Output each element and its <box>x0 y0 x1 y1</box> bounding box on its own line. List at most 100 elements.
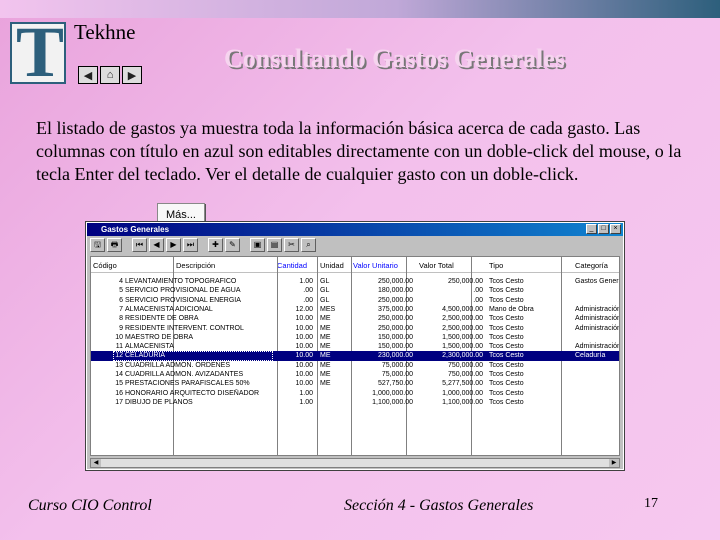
table-cell[interactable]: ME <box>320 342 350 351</box>
table-cell[interactable]: Tcos Cesto <box>489 296 569 305</box>
table-cell[interactable]: 250,000.00 <box>353 277 413 286</box>
table-row[interactable]: 8 RESIDENTE DE OBRA 10.00 ME 250,000.00 2,500… <box>91 314 619 323</box>
table-cell[interactable]: 1,500,000.00 <box>419 342 483 351</box>
cut-icon[interactable]: ✂ <box>284 238 299 252</box>
table-cell[interactable]: 4,500,000.00 <box>419 305 483 314</box>
table-cell[interactable]: ME <box>320 370 350 379</box>
table-cell[interactable]: 75,000.00 <box>353 361 413 370</box>
table-cell[interactable]: 150,000.00 <box>353 342 413 351</box>
next-record-icon[interactable]: ▶ <box>166 238 181 252</box>
table-cell[interactable]: 8 <box>93 314 123 323</box>
table-cell[interactable]: 10.00 <box>277 370 313 379</box>
table-cell[interactable]: Tcos Cesto <box>489 286 569 295</box>
table-cell[interactable]: Tcos Cesto <box>489 324 569 333</box>
table-cell[interactable]: Administración <box>575 324 619 333</box>
table-cell[interactable]: 10.00 <box>277 333 313 342</box>
table-cell[interactable]: 1.00 <box>277 277 313 286</box>
column-header[interactable]: Valor Total <box>419 261 454 270</box>
table-cell[interactable]: Tcos Cesto <box>489 370 569 379</box>
table-row[interactable]: 6 SERVICIO PROVISIONAL ENERGIA .00 GL 250,00… <box>91 296 619 305</box>
column-header[interactable]: Valor Unitario <box>353 261 398 270</box>
form-view-icon[interactable]: ▣ <box>250 238 265 252</box>
table-row[interactable]: 16 HONORARIO ARQUITECTO DISEÑADOR 1.00 1,00… <box>91 389 619 398</box>
table-row[interactable]: 9 RESIDENTE INTERVENT. CONTROL 10.00 ME 250,… <box>91 324 619 333</box>
table-cell[interactable]: 11 <box>93 342 123 351</box>
table-cell[interactable]: ME <box>320 351 350 360</box>
table-cell[interactable]: 10.00 <box>277 361 313 370</box>
table-cell[interactable]: 750,000.00 <box>419 370 483 379</box>
scroll-right-icon[interactable]: ▶ <box>609 459 619 467</box>
window-titlebar[interactable]: Gastos Generales _ □ × <box>87 223 623 236</box>
table-cell[interactable]: ME <box>320 324 350 333</box>
horizontal-scrollbar[interactable]: ◀ ▶ <box>90 458 620 468</box>
gastos-grid[interactable]: Código Descripción Cantidad Unidad Valor Uni… <box>90 256 620 456</box>
table-cell[interactable]: 75,000.00 <box>353 370 413 379</box>
table-cell[interactable]: 180,000.00 <box>353 286 413 295</box>
table-cell[interactable]: .00 <box>277 286 313 295</box>
table-cell[interactable]: SERVICIO PROVISIONAL DE AGUA <box>125 286 273 295</box>
table-cell[interactable]: HONORARIO ARQUITECTO DISEÑADOR <box>125 389 273 398</box>
table-row[interactable]: 10 MAESTRO DE OBRA 10.00 ME 150,000.00 1,500,… <box>91 333 619 342</box>
table-cell[interactable]: 17 <box>93 398 123 407</box>
save-icon[interactable]: 🖫 <box>90 238 105 252</box>
table-cell[interactable]: 6 <box>93 296 123 305</box>
table-cell[interactable]: Gastos Generales <box>575 277 619 286</box>
next-triangle-icon[interactable]: ▶ <box>122 66 142 84</box>
table-cell[interactable]: CUADRILLA ADMON. ORDENES <box>125 361 273 370</box>
table-cell[interactable]: ME <box>320 361 350 370</box>
table-cell[interactable]: 16 <box>93 389 123 398</box>
table-cell[interactable]: ALMACENISTA <box>125 342 273 351</box>
table-cell[interactable]: LEVANTAMIENTO TOPOGRAFICO <box>125 277 273 286</box>
table-cell[interactable]: Tcos Cesto <box>489 342 569 351</box>
close-button[interactable]: × <box>610 224 621 234</box>
grid-view-icon[interactable]: ▤ <box>267 238 282 252</box>
table-row[interactable]: 7 ALMACENISTA ADICIONAL 12.00 MES 375,000.00… <box>91 305 619 314</box>
table-cell[interactable]: .00 <box>419 286 483 295</box>
table-cell[interactable]: MES <box>320 305 350 314</box>
table-cell[interactable]: Administración <box>575 342 619 351</box>
table-cell[interactable]: 12.00 <box>277 305 313 314</box>
table-cell[interactable]: 1.00 <box>277 398 313 407</box>
table-cell[interactable]: 15 <box>93 379 123 388</box>
table-cell[interactable]: RESIDENTE INTERVENT. CONTROL <box>125 324 273 333</box>
edit-record-icon[interactable]: ✎ <box>225 238 240 252</box>
table-cell[interactable]: 527,750.00 <box>353 379 413 388</box>
table-cell[interactable]: PRESTACIONES PARAFISCALES 50% <box>125 379 273 388</box>
column-header[interactable]: Unidad <box>320 261 344 270</box>
table-cell[interactable]: 375,000.00 <box>353 305 413 314</box>
table-cell[interactable]: GL <box>320 277 350 286</box>
table-cell[interactable]: 10.00 <box>277 324 313 333</box>
first-record-icon[interactable]: ⏮ <box>132 238 147 252</box>
table-cell[interactable]: 4 <box>93 277 123 286</box>
table-cell[interactable]: 1,000,000.00 <box>353 389 413 398</box>
table-cell[interactable]: Tcos Cesto <box>489 351 569 360</box>
table-cell[interactable]: GL <box>320 286 350 295</box>
table-cell[interactable]: 9 <box>93 324 123 333</box>
table-cell[interactable]: ME <box>320 379 350 388</box>
table-cell[interactable]: SERVICIO PROVISIONAL ENERGIA <box>125 296 273 305</box>
add-record-icon[interactable]: ✚ <box>208 238 223 252</box>
column-header[interactable]: Descripción <box>176 261 215 270</box>
table-row[interactable]: 5 SERVICIO PROVISIONAL DE AGUA .00 GL 180,00… <box>91 286 619 295</box>
table-cell[interactable]: 250,000.00 <box>353 324 413 333</box>
table-cell[interactable]: 10 <box>93 333 123 342</box>
table-cell[interactable]: 10.00 <box>277 342 313 351</box>
table-cell[interactable]: 10.00 <box>277 314 313 323</box>
table-cell[interactable]: 250,000.00 <box>353 296 413 305</box>
table-cell[interactable]: 1,100,000.00 <box>353 398 413 407</box>
table-cell[interactable]: 150,000.00 <box>353 333 413 342</box>
table-cell[interactable]: 2,300,000.00 <box>419 351 483 360</box>
table-cell[interactable]: 1,100,000.00 <box>419 398 483 407</box>
table-cell[interactable]: 10.00 <box>277 351 313 360</box>
table-cell[interactable]: 5,277,500.00 <box>419 379 483 388</box>
print-icon[interactable]: 🖶 <box>107 238 122 252</box>
table-row[interactable]: 12 CELADURIA 10.00 ME 230,000.00 2,300,000.00… <box>91 351 619 361</box>
table-cell[interactable]: Tcos Cesto <box>489 398 569 407</box>
table-cell[interactable]: Administración <box>575 314 619 323</box>
table-cell[interactable]: 13 <box>93 361 123 370</box>
table-row[interactable]: 17 DIBUJO DE PLANOS 1.00 1,100,000.00 1,100,… <box>91 398 619 407</box>
table-cell[interactable]: 5 <box>93 286 123 295</box>
table-cell[interactable]: Administración <box>575 305 619 314</box>
minimize-button[interactable]: _ <box>586 224 597 234</box>
table-cell[interactable]: 250,000.00 <box>353 314 413 323</box>
